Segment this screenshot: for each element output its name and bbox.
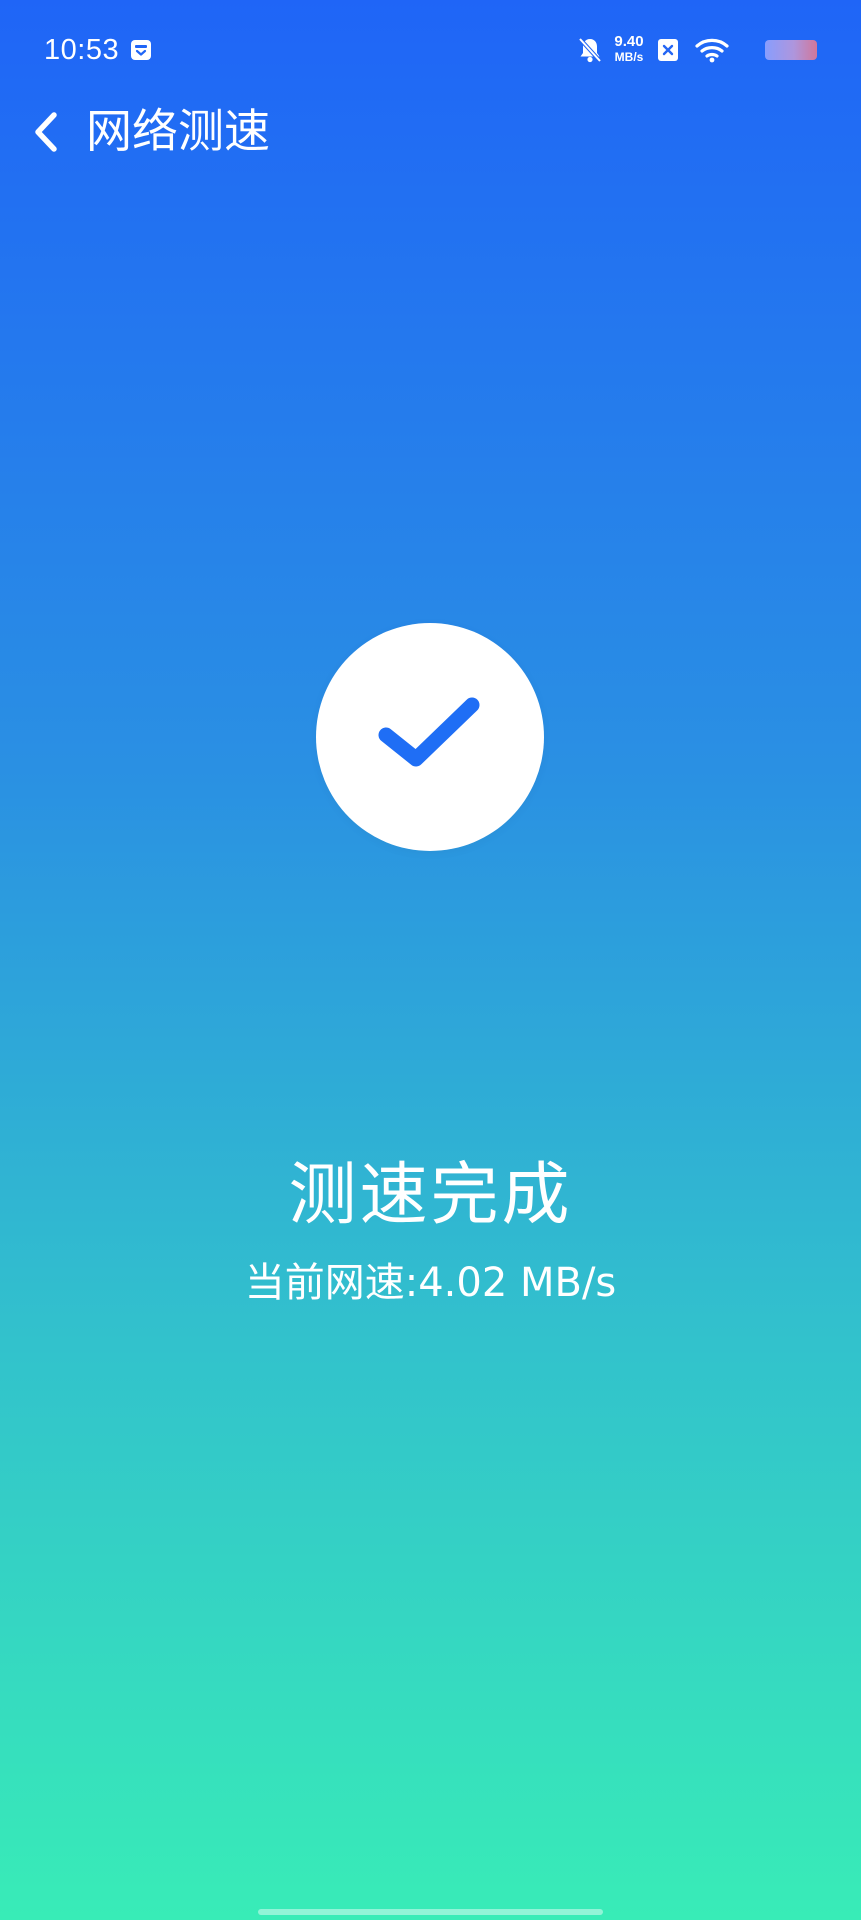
network-speed-indicator: 9.40 MB/s bbox=[611, 34, 647, 63]
chevron-left-icon bbox=[35, 112, 57, 152]
header: 网络测速 bbox=[0, 95, 861, 165]
network-speed-unit: MB/s bbox=[614, 50, 644, 64]
success-indicator bbox=[316, 623, 544, 851]
battery-icon bbox=[765, 40, 817, 60]
status-time: 10:53 bbox=[44, 34, 120, 66]
speed-test-result-screen: 10:53 9.40 MB/s 网络测速 测速完成 当前网速:4.02 MB/s bbox=[0, 0, 861, 1920]
result-title: 测速完成 bbox=[288, 1156, 573, 1235]
current-speed-text: 当前网速:4.02 MB/s bbox=[244, 1260, 617, 1306]
page-title: 网络测速 bbox=[86, 104, 270, 158]
mute-icon bbox=[578, 37, 602, 63]
status-bar: 10:53 9.40 MB/s bbox=[0, 0, 861, 100]
wifi-icon bbox=[695, 38, 729, 63]
back-button[interactable] bbox=[22, 103, 78, 159]
network-speed-value: 9.40 bbox=[614, 33, 644, 50]
home-indicator[interactable] bbox=[258, 1909, 603, 1915]
check-icon bbox=[378, 697, 480, 767]
app-notification-icon bbox=[131, 40, 151, 60]
sim-icon bbox=[658, 39, 678, 61]
